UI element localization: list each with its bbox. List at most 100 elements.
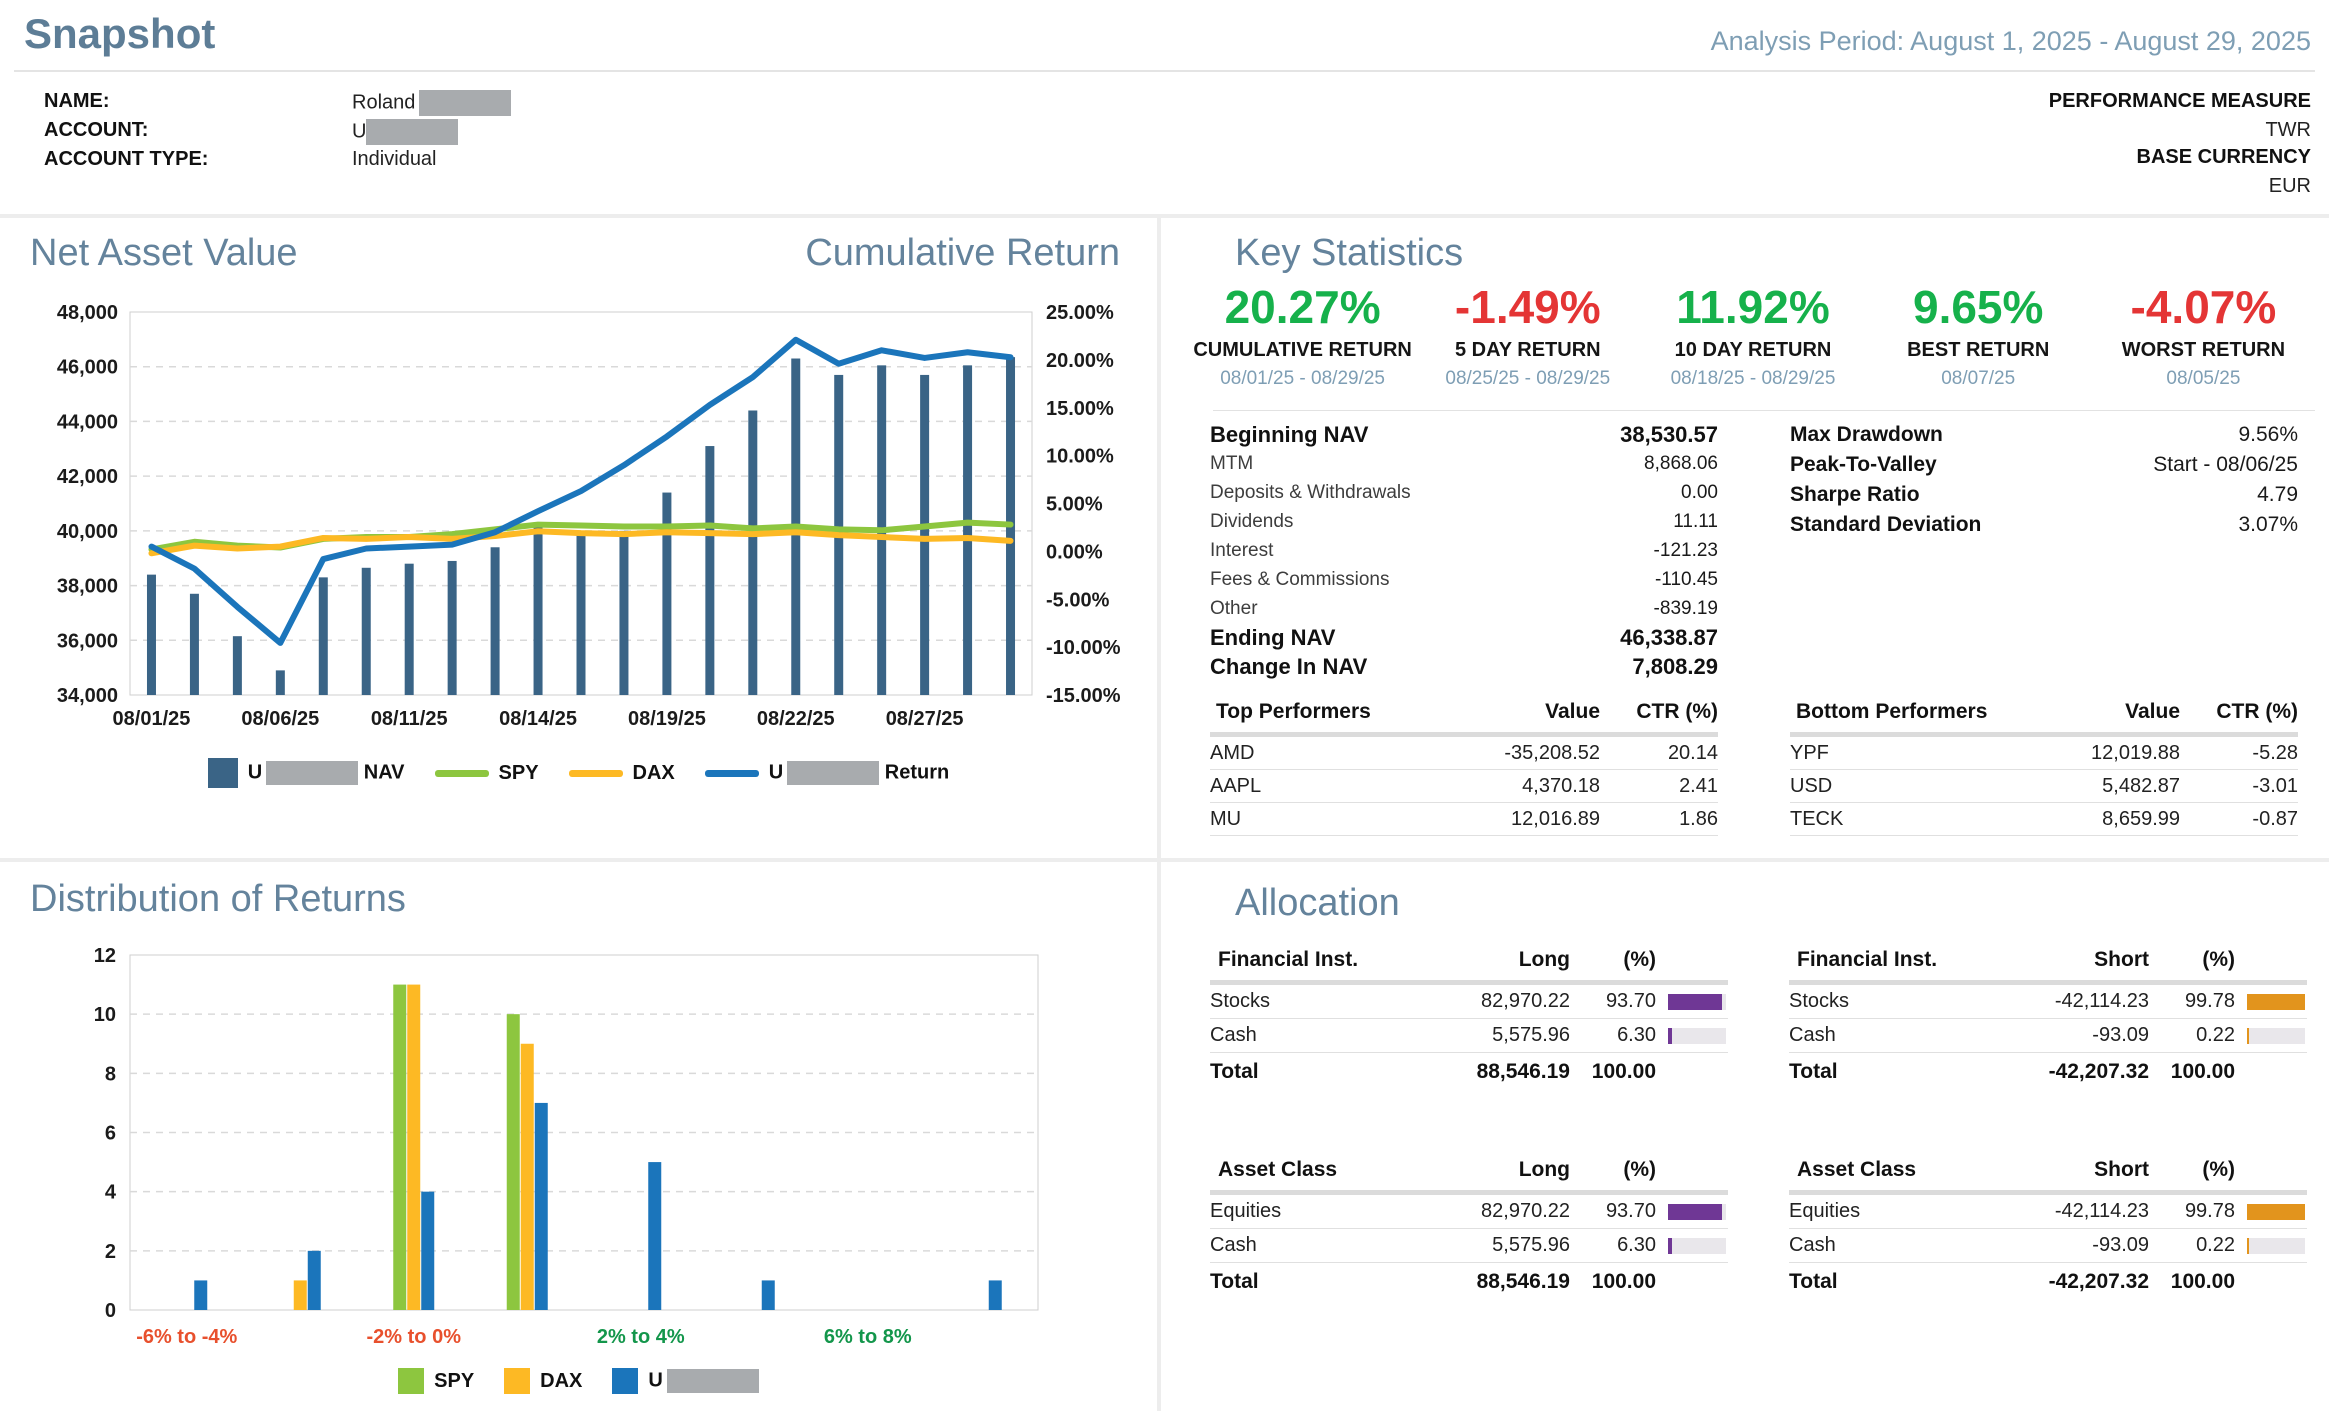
table-row: YPF12,019.88-5.28 [1790,737,2298,770]
symbol-cell: USD [1790,775,2035,798]
svg-text:08/22/25: 08/22/25 [757,708,835,730]
risk-stat-row: Max Drawdown9.56% [1790,420,2298,450]
nav-detail-row: Interest -121.23 [1210,536,1718,565]
asset-pct: 93.70 [1570,990,1656,1013]
asset-pct: 99.78 [2149,990,2235,1013]
key-statistics-title: Key Statistics [1235,232,1463,275]
risk-label: Peak-To-Valley [1790,453,1937,477]
risk-stat-row: Sharpe Ratio4.79 [1790,480,2298,510]
ctr-cell: -0.87 [2180,808,2298,831]
pct-bar-fill [2247,1238,2249,1254]
table-row: AAPL4,370.182.41 [1210,770,1718,803]
legend-swatch-dax [504,1368,530,1394]
svg-text:4: 4 [105,1182,117,1204]
analysis-period: Analysis Period: August 1, 2025 - August… [1711,26,2311,57]
stat-value: -1.49% [1455,281,1601,333]
total-label: Total [1210,1270,1390,1294]
summary-stat: 9.65%BEST RETURN08/07/25 [1866,283,2091,390]
symbol-cell: MU [1210,808,1455,831]
legend-label: U [648,1369,758,1393]
redaction-box [366,119,458,145]
detail-value: -110.45 [1655,569,1718,591]
nav-chart-legend: U NAVSPYDAXU Return [0,758,1157,788]
redaction-box [787,761,879,785]
col-value: Value [2035,700,2180,724]
stat-value: 11.92% [1676,281,1829,333]
asset-value: 5,575.96 [1390,1024,1570,1047]
nav-detail-row: Deposits & Withdrawals0.00 [1210,478,1718,507]
pct-bar-track [2247,1028,2305,1044]
table-row: Stocks82,970.2293.70 [1210,985,1728,1019]
legend-item: U Return [705,761,949,785]
value-cell: 5,482.87 [2035,775,2180,798]
stat-value: 9.65% [1913,281,2043,333]
svg-text:08/01/25: 08/01/25 [113,708,191,730]
svg-text:34,000: 34,000 [57,685,118,707]
legend-swatch-spy [435,770,489,777]
performers-header: Bottom PerformersValueCTR (%) [1790,700,2298,737]
redaction-box [419,90,511,116]
allocation-table-asset-long: Asset ClassLong(%)Equities82,970.2293.70… [1210,1158,1728,1301]
account-type-value: Individual [352,148,437,171]
detail-label: Ending NAV [1210,625,1335,651]
legend-label: U Return [769,761,949,785]
detail-value: 46,338.87 [1620,625,1718,651]
pct-bar-fill [1668,1028,1672,1044]
svg-text:08/11/25: 08/11/25 [371,708,448,730]
allocation-table-fin-short: Financial Inst.Short(%)Stocks-42,114.239… [1789,948,2307,1091]
performers-title: Bottom Performers [1790,700,2035,724]
asset-value: -42,114.23 [1969,1200,2149,1223]
detail-label: Interest [1210,540,1273,562]
account-label: ACCOUNT: [44,119,148,142]
svg-text:2% to 4%: 2% to 4% [597,1326,685,1348]
col-pct: (%) [1570,948,1656,972]
total-pct: 100.00 [2149,1270,2235,1294]
asset-label: Equities [1210,1200,1390,1223]
name-value: Roland [352,90,511,116]
summary-stat: 20.27%CUMULATIVE RETURN08/01/25 - 08/29/… [1190,283,1415,390]
legend-label: U NAV [248,761,405,785]
account-type-label: ACCOUNT TYPE: [44,148,208,171]
detail-label: Change In NAV [1210,654,1367,680]
stat-dates: 08/18/25 - 08/29/25 [1640,368,1865,390]
summary-stat: -4.07%WORST RETURN08/05/25 [2091,283,2316,390]
asset-pct: 0.22 [2149,1234,2235,1257]
total-label: Total [1789,1060,1969,1084]
table-total-row: Total-42,207.32100.00 [1789,1053,2307,1091]
risk-value: 9.56% [2238,423,2298,447]
stat-dates: 08/25/25 - 08/29/25 [1415,368,1640,390]
redaction-box [266,761,358,785]
panel-divider-vertical [1157,218,1161,1411]
asset-pct: 93.70 [1570,1200,1656,1223]
asset-pct: 6.30 [1570,1234,1656,1257]
risk-stat-row: Standard Deviation3.07% [1790,510,2298,540]
page-title: Snapshot [24,10,215,58]
nav-details-table: Beginning NAV38,530.57MTM8,868.06Deposit… [1210,420,1718,681]
cumulative-return-title: Cumulative Return [805,232,1120,275]
svg-text:36,000: 36,000 [57,630,118,652]
legend-item: U NAV [208,758,405,788]
detail-value: -121.23 [1654,540,1718,562]
panel-divider-top [0,214,2329,218]
stat-label: 5 DAY RETURN [1415,339,1640,362]
detail-value: 38,530.57 [1620,422,1718,448]
col-ctr: CTR (%) [1600,700,1718,724]
performance-measure-label: PERFORMANCE MEASURE [2049,90,2311,113]
svg-text:-5.00%: -5.00% [1046,589,1110,611]
stats-divider [1213,410,2315,411]
symbol-cell: AAPL [1210,775,1455,798]
pct-bar-fill [1668,1238,1672,1254]
asset-value: 82,970.22 [1390,1200,1570,1223]
allocation-header: Financial Inst.Long(%) [1210,948,1728,985]
ctr-cell: 2.41 [1600,775,1718,798]
svg-text:40,000: 40,000 [57,521,118,543]
total-value: -42,207.32 [1969,1060,2149,1084]
asset-value: -93.09 [1969,1024,2149,1047]
performance-measure-value: TWR [2265,119,2311,142]
asset-value: 5,575.96 [1390,1234,1570,1257]
asset-label: Cash [1789,1234,1969,1257]
svg-text:-6% to -4%: -6% to -4% [136,1326,237,1348]
nav-detail-row: Change In NAV7,808.29 [1210,652,1718,681]
table-row: Equities-42,114.2399.78 [1789,1195,2307,1229]
total-label: Total [1210,1060,1390,1084]
